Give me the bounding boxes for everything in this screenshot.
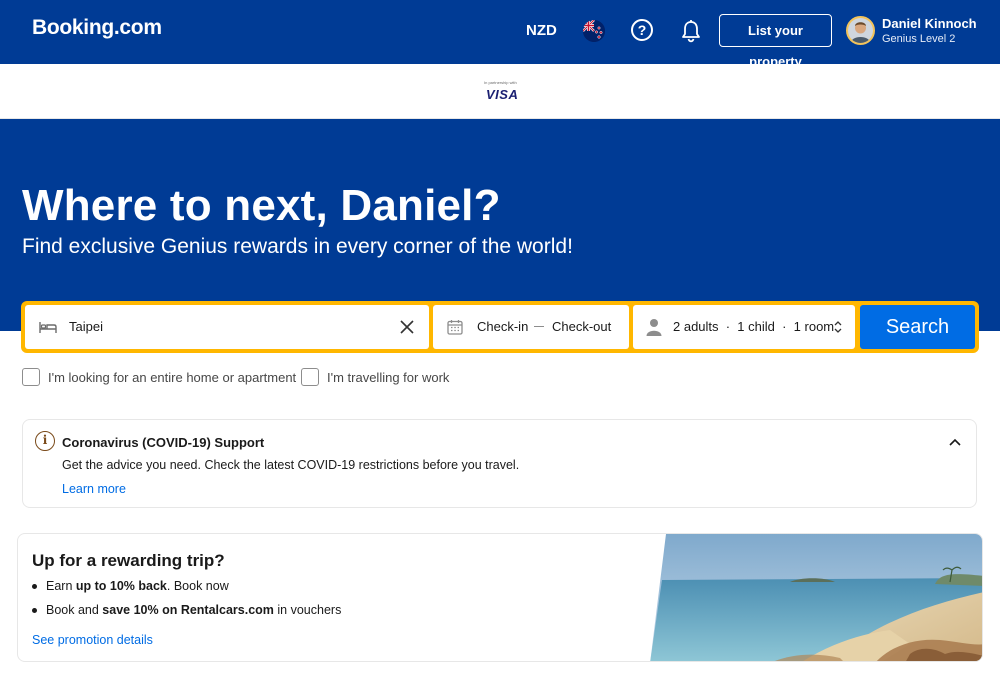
hero-section: Where to next, Daniel? Find exclusive Ge…: [0, 119, 1000, 331]
covid-description: Get the advice you need. Check the lates…: [62, 458, 520, 472]
work-travel-checkbox[interactable]: [301, 368, 319, 386]
calendar-icon: [447, 319, 463, 335]
info-icon: i: [35, 431, 55, 451]
list-your-property-button[interactable]: List your property: [719, 14, 832, 69]
destination-input[interactable]: Taipei: [69, 319, 103, 334]
bullet-emphasis: save 10% on Rentalcars.com: [102, 603, 274, 617]
promo-bullet-rentalcars: Book and save 10% on Rentalcars.com in v…: [32, 603, 341, 617]
checkin-date[interactable]: Check-in: [477, 319, 528, 334]
bullet-text: Book and: [46, 603, 103, 617]
entire-home-option[interactable]: I'm looking for an entire home or apartm…: [22, 367, 296, 387]
promo-bullet-cashback: Earn up to 10% back. Book now: [32, 579, 229, 593]
person-icon: [646, 318, 662, 336]
bullet-text: Earn: [46, 579, 76, 593]
chevron-up-icon[interactable]: [948, 434, 962, 446]
bed-icon: [39, 320, 57, 334]
bullet-text: . Book now: [166, 579, 229, 593]
hero-title: Where to next, Daniel?: [22, 181, 501, 230]
avatar[interactable]: [846, 16, 875, 45]
genius-level: Genius Level 2: [882, 33, 956, 45]
guests-summary[interactable]: 2 adults · 1 child · 1 room: [673, 319, 834, 334]
booking-logo[interactable]: Booking.com: [32, 16, 162, 40]
learn-more-link[interactable]: Learn more: [62, 482, 126, 496]
bullet-text: in vouchers: [273, 603, 342, 617]
entire-home-checkbox[interactable]: [22, 368, 40, 386]
visa-logo: VISA: [486, 87, 519, 102]
checkout-date[interactable]: Check-out: [552, 319, 611, 334]
currency-selector[interactable]: NZD: [526, 22, 557, 39]
bell-icon[interactable]: [680, 19, 702, 43]
date-separator: [534, 326, 544, 327]
promotion-details-link[interactable]: See promotion details: [32, 633, 153, 647]
destination-field[interactable]: Taipei: [25, 305, 429, 349]
search-bar: Taipei Check-in Check-out 2 adults · 1 c…: [21, 301, 979, 353]
beach-photo: [650, 534, 982, 661]
question-circle-icon[interactable]: ?: [631, 19, 653, 41]
covid-title: Coronavirus (COVID-19) Support: [62, 435, 265, 450]
nz-flag-icon[interactable]: [583, 20, 605, 42]
bullet-emphasis: up to 10% back: [75, 579, 167, 593]
close-icon[interactable]: [399, 319, 415, 335]
guests-field[interactable]: 2 adults · 1 child · 1 room: [633, 305, 855, 349]
user-name[interactable]: Daniel Kinnoch: [882, 16, 977, 31]
top-header: Booking.com NZD ? List your property Dan…: [0, 0, 1000, 69]
sponsor-banner: In partnership with VISA: [0, 64, 1000, 119]
partnership-tagline: In partnership with: [484, 80, 517, 85]
covid-support-card: i Coronavirus (COVID-19) Support Get the…: [22, 419, 977, 508]
dates-field[interactable]: Check-in Check-out: [433, 305, 629, 349]
hero-subtitle: Find exclusive Genius rewards in every c…: [22, 235, 573, 258]
work-travel-label[interactable]: I'm travelling for work: [327, 370, 449, 385]
up-down-chevron-icon: [833, 319, 843, 335]
promotion-card: Up for a rewarding trip? Earn up to 10% …: [17, 533, 983, 662]
work-travel-option[interactable]: I'm travelling for work: [301, 367, 449, 387]
search-button[interactable]: Search: [860, 305, 975, 349]
promo-title: Up for a rewarding trip?: [32, 551, 225, 570]
entire-home-label[interactable]: I'm looking for an entire home or apartm…: [48, 370, 296, 385]
